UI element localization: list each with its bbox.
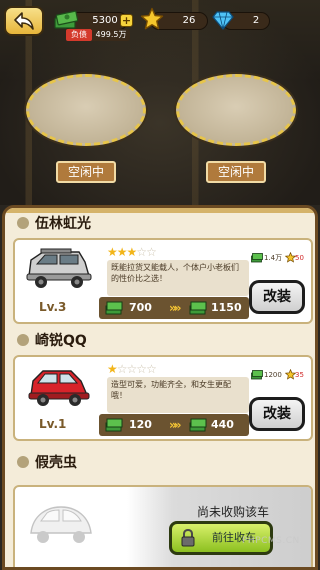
- platform-1-status: 空闲中: [56, 161, 116, 183]
- star-icon: [140, 7, 164, 30]
- car-2-description: 造型可爱，功能齐全，和女生更配哦！: [107, 377, 249, 413]
- car-2-stat-cash: 1200: [264, 371, 282, 379]
- cash-icon: [189, 418, 207, 432]
- car-2-level: Lv.1: [39, 417, 67, 431]
- parking-platform-1[interactable]: [26, 74, 146, 146]
- back-button[interactable]: [4, 6, 44, 36]
- beetle-car-icon: [30, 506, 92, 543]
- top-bar: 5300 + 26 2 负债 499.5万: [0, 0, 320, 48]
- red-hatchback-icon: [28, 370, 90, 406]
- cash-icon: [251, 370, 263, 380]
- car-1-current-value: 700: [129, 301, 152, 314]
- car-1-stat-stars: 50: [295, 254, 304, 262]
- gem-value: 2: [252, 15, 260, 26]
- car-3-title: 假壳虫: [17, 453, 77, 473]
- car-1-level: Lv.3: [39, 300, 67, 314]
- car-1-info: ★★★☆☆ 既能拉货又能载人，个体户小老板们的性价比之选！ 700 »» 115…: [99, 245, 249, 319]
- star-filled-icon: ★: [107, 245, 118, 259]
- star-empty-icon: ☆: [146, 245, 157, 259]
- watermark: PHPCMS.CN: [242, 536, 300, 546]
- cash-icon: [251, 253, 263, 263]
- car-list-panel: 伍林虹光 Lv.3 ★★★☆☆ 既能拉货又能载人，个体户小老板们的性价比之选！ …: [2, 205, 318, 570]
- bullet-icon: [17, 334, 29, 346]
- star-empty-icon: ☆: [136, 245, 147, 259]
- car-2-stats: 1200 35: [251, 367, 305, 383]
- modify-car-1-button[interactable]: 改装: [249, 280, 305, 314]
- car-2-info: ★☆☆☆☆ 造型可爱，功能齐全，和女生更配哦！ 120 »» 440: [99, 362, 249, 436]
- car-card-3-locked[interactable]: 尚未收购该车 前往收车: [13, 485, 313, 567]
- star-filled-icon: ★: [126, 245, 138, 259]
- garage-scene: 5300 + 26 2 负债 499.5万 空闲中 空闲中: [0, 0, 320, 205]
- car-2-current-value: 120: [129, 418, 152, 431]
- parking-platform-2[interactable]: [176, 74, 296, 146]
- car-2-stat-stars: 35: [295, 371, 304, 379]
- car-2-rating: ★☆☆☆☆: [107, 362, 157, 376]
- cash-icon: [189, 301, 207, 315]
- star-filled-icon: ★: [116, 245, 128, 259]
- lock-icon: [181, 529, 195, 547]
- car-2-name: 崎锐QQ: [35, 333, 87, 349]
- cash-stack-icon: [54, 10, 78, 29]
- upgrade-arrow-icon: »»: [169, 418, 181, 432]
- debt-value: 499.5万: [92, 29, 130, 41]
- upgrade-arrow-icon: »»: [169, 301, 181, 315]
- back-arrow-icon: [14, 12, 34, 30]
- debt-label: 负债: [66, 29, 92, 41]
- car-1-stat-cash: 1.4万: [264, 254, 283, 262]
- car-3-status: 尚未收购该车: [197, 505, 270, 519]
- cash-value: 5300: [92, 15, 118, 26]
- car-1-name: 伍林虹光: [35, 216, 91, 232]
- star-filled-icon: ★: [107, 362, 118, 376]
- star-empty-icon: ☆: [126, 362, 138, 376]
- bullet-icon: [17, 217, 29, 229]
- star-empty-icon: ☆: [136, 362, 147, 376]
- diamond-icon: [212, 11, 234, 30]
- car-card-2[interactable]: Lv.1 ★☆☆☆☆ 造型可爱，功能齐全，和女生更配哦！ 120 »» 440 …: [13, 355, 313, 441]
- van-car-icon: [26, 248, 92, 288]
- cash-icon: [105, 418, 123, 432]
- car-1-value-row: 700 »» 1150: [99, 297, 249, 319]
- modify-car-2-button[interactable]: 改装: [249, 397, 305, 431]
- car-1-title: 伍林虹光: [17, 214, 91, 234]
- star-empty-icon: ☆: [146, 362, 157, 376]
- car-2-title: 崎锐QQ: [17, 331, 87, 351]
- car-1-rating: ★★★☆☆: [107, 245, 157, 259]
- cash-icon: [105, 301, 123, 315]
- car-1-upgrade-value: 1150: [211, 301, 242, 314]
- car-card-1[interactable]: Lv.3 ★★★☆☆ 既能拉货又能载人，个体户小老板们的性价比之选！ 700 »…: [13, 238, 313, 324]
- add-cash-button[interactable]: +: [120, 14, 133, 27]
- car-2-upgrade-value: 440: [211, 418, 234, 431]
- star-empty-icon: ☆: [116, 362, 128, 376]
- star-value: 26: [182, 15, 196, 26]
- platform-2-status: 空闲中: [206, 161, 266, 183]
- car-1-description: 既能拉货又能载人，个体户小老板们的性价比之选！: [107, 260, 249, 296]
- bullet-icon: [17, 456, 29, 468]
- car-2-value-row: 120 »» 440: [99, 414, 249, 436]
- car-1-stats: 1.4万 50: [251, 250, 305, 266]
- car-3-name: 假壳虫: [35, 455, 77, 471]
